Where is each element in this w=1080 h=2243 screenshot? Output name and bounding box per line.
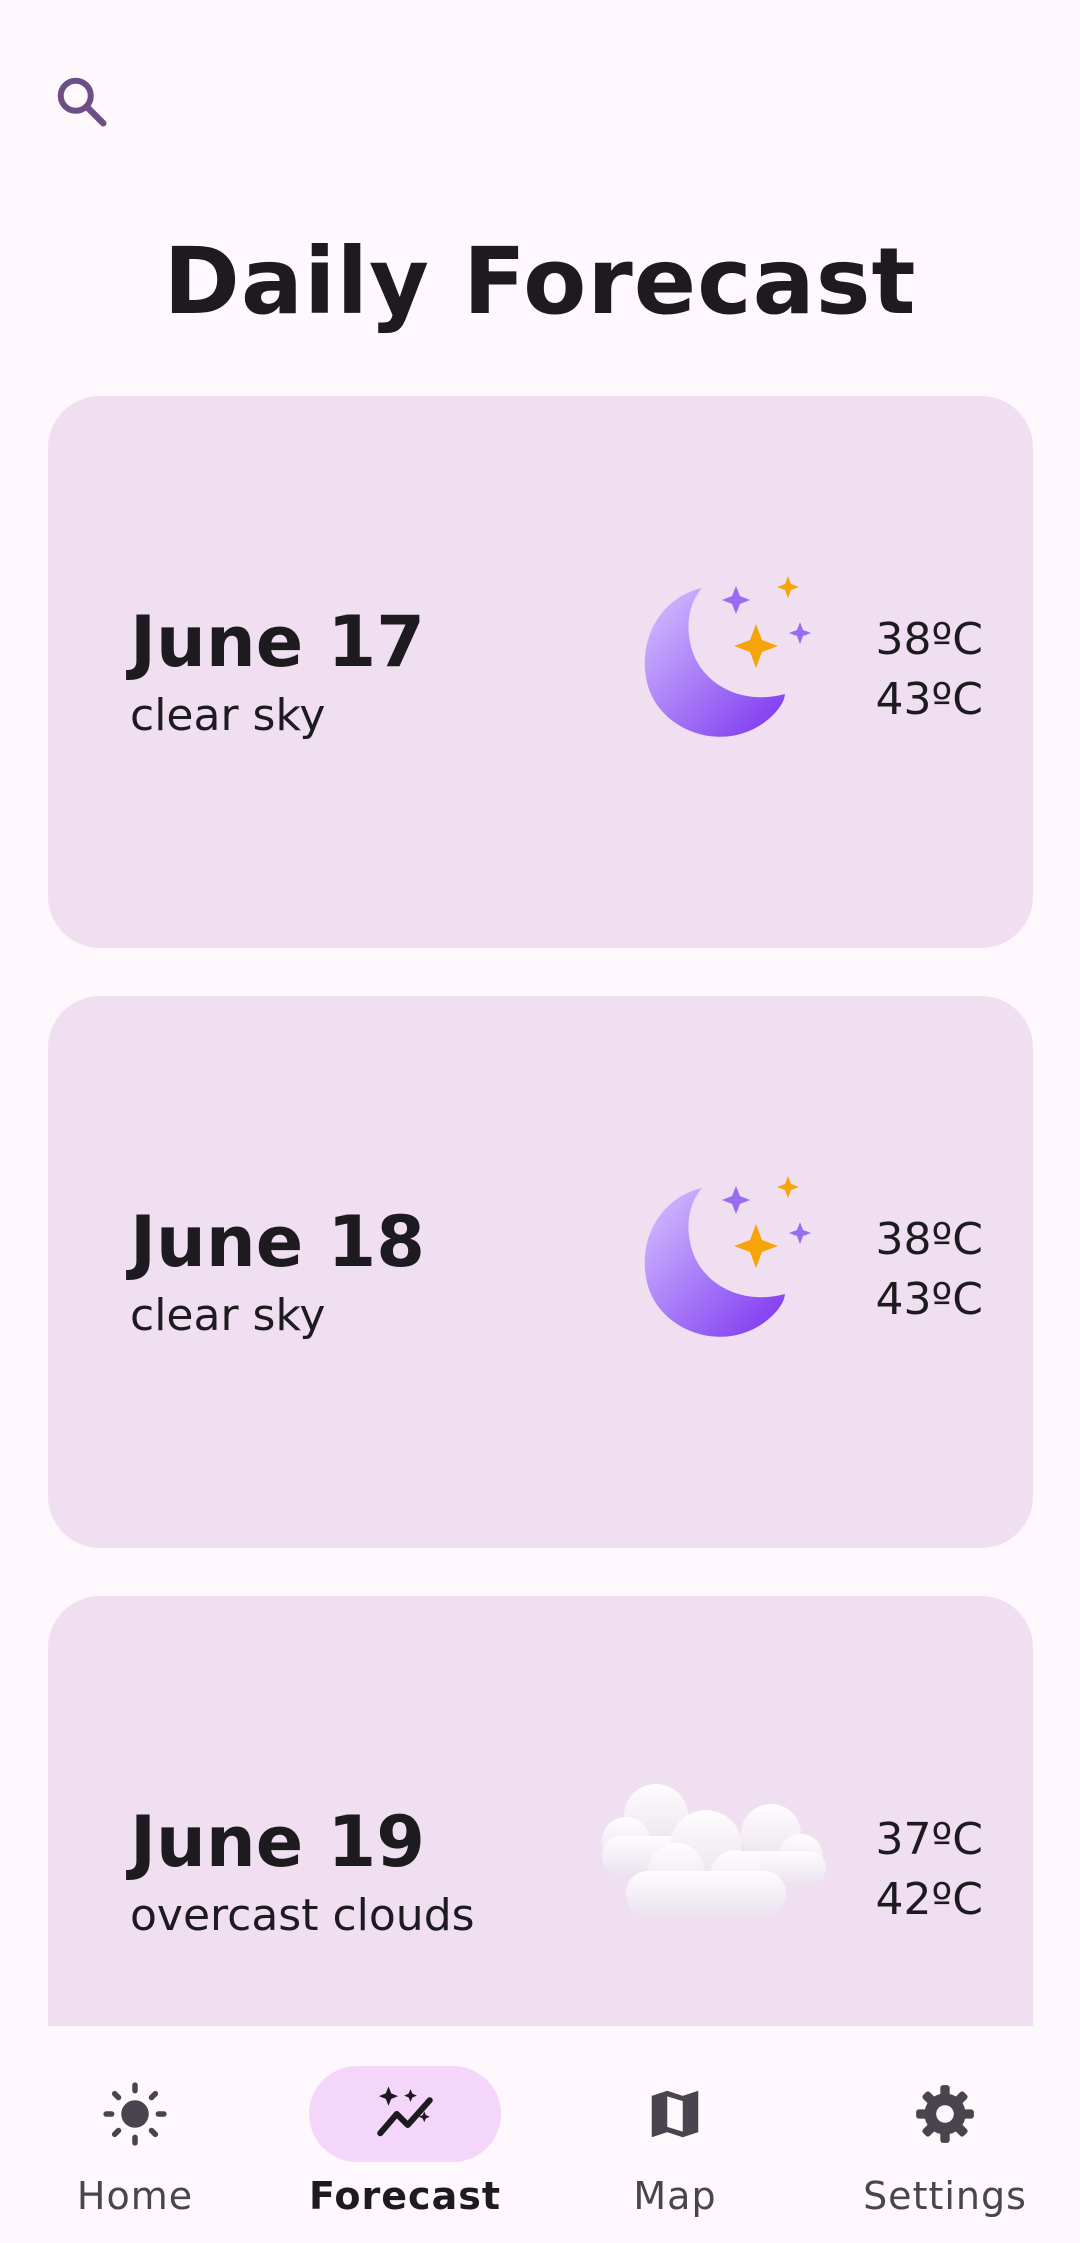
- nav-pill: [849, 2066, 1041, 2162]
- nav-item-settings[interactable]: Settings: [810, 2026, 1080, 2243]
- forecast-date: June 18: [130, 1201, 425, 1283]
- temperature-range: 38ºC 43ºC: [876, 1210, 983, 1330]
- nav-item-map[interactable]: Map: [540, 2026, 810, 2243]
- nav-pill: [39, 2066, 231, 2162]
- temp-min: 38ºC: [875, 1214, 983, 1265]
- forecast-description: overcast clouds: [130, 1890, 475, 1941]
- forecast-list[interactable]: June 17 clear sky 38ºC 43ºC June 18 clea…: [0, 396, 1080, 2026]
- forecast-description: clear sky: [130, 1290, 326, 1341]
- forecast-card[interactable]: June 18 clear sky 38ºC 43ºC: [48, 996, 1033, 1548]
- temperature-range: 38ºC 43ºC: [876, 610, 983, 730]
- forecast-card[interactable]: June 19 overcast clouds 37ºC 42ºC: [48, 1596, 1033, 2026]
- nav-label: Home: [76, 2174, 194, 2218]
- forecast-screen: Daily Forecast June 17 clear sky 38ºC 43…: [0, 0, 1080, 2243]
- temp-max: 42ºC: [875, 1874, 983, 1925]
- clouds-icon: [602, 1784, 826, 1916]
- forecast-description: clear sky: [130, 690, 326, 741]
- moon-stars-icon: [644, 576, 811, 737]
- forecast-date: June 17: [130, 601, 425, 683]
- temperature-range: 37ºC 42ºC: [876, 1810, 983, 1930]
- nav-label: Forecast: [309, 2174, 501, 2218]
- bottom-navigation: Home Forecast Map Settings: [0, 2026, 1080, 2243]
- search-button[interactable]: [46, 66, 118, 138]
- nav-item-forecast[interactable]: Forecast: [270, 2026, 540, 2243]
- temp-min: 38ºC: [875, 614, 983, 665]
- temp-max: 43ºC: [875, 674, 983, 725]
- sparkle-trend-icon: [377, 2086, 433, 2137]
- sun-icon: [103, 2082, 167, 2146]
- moon-stars-icon: [644, 1176, 811, 1337]
- temp-max: 43ºC: [875, 1274, 983, 1325]
- nav-label: Map: [633, 2174, 717, 2218]
- nav-pill: [309, 2066, 501, 2162]
- nav-pill: [579, 2066, 771, 2162]
- search-icon: [57, 77, 107, 127]
- page-title: Daily Forecast: [163, 228, 917, 335]
- temp-min: 37ºC: [875, 1814, 983, 1865]
- gear-icon: [916, 2085, 974, 2143]
- map-icon: [651, 2090, 699, 2138]
- forecast-card[interactable]: June 17 clear sky 38ºC 43ºC: [48, 396, 1033, 948]
- forecast-date: June 19: [130, 1801, 425, 1883]
- nav-label: Settings: [863, 2174, 1027, 2218]
- nav-item-home[interactable]: Home: [0, 2026, 270, 2243]
